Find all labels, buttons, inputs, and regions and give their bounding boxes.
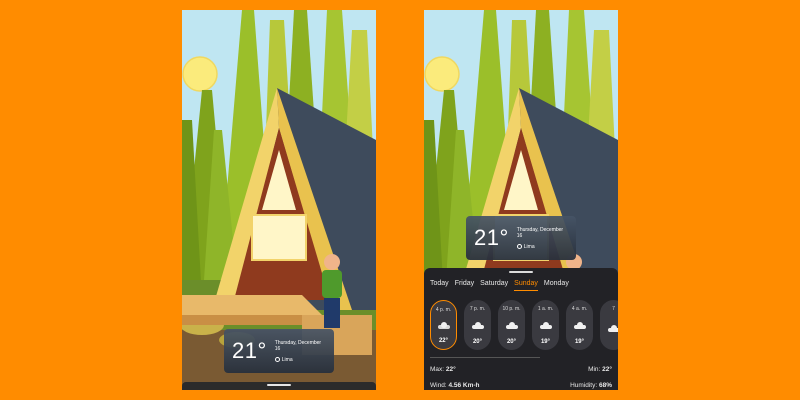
hour-card[interactable]: 7 bbox=[600, 300, 618, 350]
hour-temp: 19° bbox=[574, 339, 585, 345]
weather-card[interactable]: 21° Thursday, December 16 Lima bbox=[466, 216, 576, 260]
weather-card[interactable]: 21° Thursday, December 16 Lima bbox=[224, 329, 334, 373]
location-label: Lima bbox=[523, 243, 535, 250]
hour-card[interactable]: 7 p. m. 20° bbox=[464, 300, 491, 350]
day-tabs: Today Friday Saturday Sunday Monday bbox=[430, 280, 569, 291]
hour-time: 4 a. m. bbox=[571, 306, 588, 312]
phone-screen-forecast: 21° Thursday, December 16 Lima Today Fri… bbox=[424, 10, 618, 390]
tab-friday[interactable]: Friday bbox=[455, 280, 474, 291]
humidity: Humidity: 68% bbox=[570, 382, 612, 389]
tab-today[interactable]: Today bbox=[430, 280, 449, 291]
stats-row: Wind: 4.56 Km-h Humidity: 68% bbox=[430, 382, 612, 389]
sheet-handle[interactable] bbox=[509, 271, 533, 273]
stats-row: Max: 22° Min: 22° bbox=[430, 366, 612, 373]
location: Lima bbox=[274, 356, 326, 363]
hour-temp: 19° bbox=[540, 339, 551, 345]
cloud-icon bbox=[573, 322, 586, 329]
tab-sunday[interactable]: Sunday bbox=[514, 280, 538, 291]
cloud-icon bbox=[607, 325, 618, 332]
tab-monday[interactable]: Monday bbox=[544, 280, 569, 291]
temperature: 21° bbox=[232, 338, 267, 363]
hour-temp: 22° bbox=[438, 338, 449, 344]
temperature: 21° bbox=[474, 225, 509, 250]
tab-saturday[interactable]: Saturday bbox=[480, 280, 508, 291]
min-temp: Min: 22° bbox=[588, 366, 612, 373]
hour-time: 4 p. m. bbox=[435, 307, 452, 313]
hour-time: 10 p. m. bbox=[502, 306, 521, 312]
location-pin-icon bbox=[274, 357, 280, 362]
hour-card[interactable]: 4 p. m. 22° bbox=[430, 300, 457, 350]
forecast-panel: Today Friday Saturday Sunday Monday 4 p.… bbox=[424, 268, 618, 390]
cloud-icon bbox=[539, 322, 552, 329]
hourly-forecast: 4 p. m. 22° 7 p. m. 20° 10 p. m. 20° 1 a… bbox=[430, 300, 618, 350]
location-label: Lima bbox=[281, 356, 293, 363]
hour-time: 7 bbox=[612, 306, 615, 312]
sheet-handle[interactable] bbox=[267, 384, 291, 386]
hourly-scrollbar[interactable] bbox=[430, 357, 540, 358]
bottom-sheet-collapsed[interactable] bbox=[182, 382, 376, 390]
partly-cloudy-icon bbox=[437, 322, 450, 329]
max-temp: Max: 22° bbox=[430, 366, 456, 373]
hour-time: 7 p. m. bbox=[469, 306, 486, 312]
hour-temp: 20° bbox=[506, 339, 517, 345]
cloud-icon bbox=[505, 322, 518, 329]
hour-time: 1 a. m. bbox=[537, 306, 554, 312]
location-pin-icon bbox=[516, 244, 522, 249]
phone-screen-home: 21° Thursday, December 16 Lima bbox=[182, 10, 376, 390]
hour-card[interactable]: 1 a. m. 19° bbox=[532, 300, 559, 350]
hour-temp: 20° bbox=[472, 339, 483, 345]
date: Thursday, December 16 bbox=[516, 226, 564, 239]
location: Lima bbox=[516, 243, 568, 250]
wind: Wind: 4.56 Km-h bbox=[430, 382, 480, 389]
date: Thursday, December 16 bbox=[274, 339, 322, 352]
cloud-icon bbox=[471, 322, 484, 329]
hour-card[interactable]: 10 p. m. 20° bbox=[498, 300, 525, 350]
hour-card[interactable]: 4 a. m. 19° bbox=[566, 300, 593, 350]
